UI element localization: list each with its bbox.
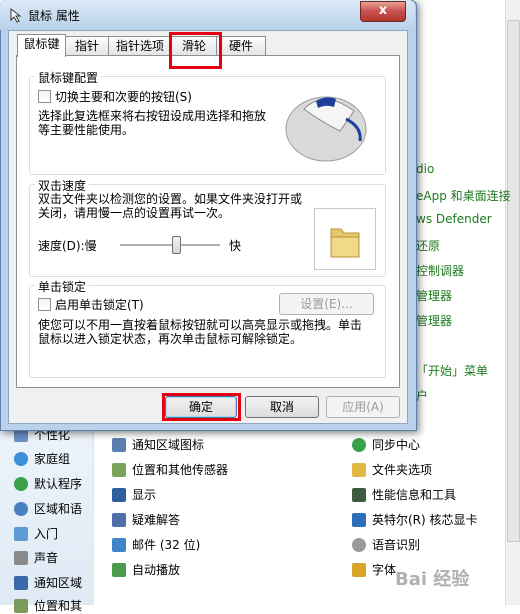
apply-button[interactable]: 应用(A)	[326, 396, 400, 418]
cp-item[interactable]: 英特尔(R) 核芯显卡	[352, 511, 478, 528]
tab-pointers[interactable]: 指针	[65, 36, 109, 56]
nav-label: 声音	[34, 551, 59, 565]
tab-buttons[interactable]: 鼠标键	[17, 34, 66, 57]
nav-item[interactable]: 家庭组	[14, 450, 70, 467]
click-lock-description: 使您可以不用一直按着鼠标按钮就可以高亮显示或拖拽。单击鼠标以进入锁定状态，再次单…	[38, 318, 363, 346]
folder-icon	[330, 228, 360, 258]
notification-icon	[14, 575, 28, 590]
cp-link[interactable]: 控制调器	[416, 262, 464, 279]
nav-separator	[92, 405, 94, 605]
close-button[interactable]: x	[360, 1, 406, 22]
test-folder-box[interactable]	[314, 208, 376, 270]
group-title: 鼠标键配置	[35, 69, 102, 86]
cp-link[interactable]: 「开始」菜单	[416, 362, 488, 379]
folder-options-icon	[352, 462, 366, 477]
ok-button-highlight	[162, 393, 241, 421]
window-title: 鼠标 属性	[28, 9, 80, 23]
autoplay-icon	[112, 562, 126, 577]
cancel-button[interactable]: 取消	[245, 396, 319, 418]
intel-graphics-icon	[352, 512, 366, 527]
cp-item[interactable]: 字体	[352, 561, 396, 578]
nav-item[interactable]: 默认程序	[14, 475, 82, 492]
mouse-illustration	[285, 96, 367, 162]
cp-link[interactable]: 管理器	[416, 312, 452, 329]
nav-label: 入门	[34, 527, 59, 541]
double-click-description: 双击文件夹以检测您的设置。如果文件夹没打开或关闭，请用慢一点的设置再试一次。	[38, 192, 303, 220]
cp-link[interactable]: 管理器	[416, 287, 452, 304]
watermark: Bai 经验	[395, 569, 470, 590]
location-icon	[14, 598, 28, 613]
cp-item[interactable]: 显示	[112, 486, 156, 503]
nav-item[interactable]: 位置和其	[14, 597, 82, 614]
tab-pointer-options[interactable]: 指针选项	[108, 36, 172, 56]
fonts-icon	[352, 562, 366, 577]
speed-slider-track[interactable]	[120, 244, 220, 247]
location-sensor-icon	[112, 462, 126, 477]
cp-item[interactable]: 语音识别	[352, 536, 420, 553]
nav-label: 通知区域	[34, 576, 83, 590]
nav-label: 位置和其	[34, 599, 83, 613]
group-title: 单击锁定	[35, 278, 90, 295]
notification-area-icon	[112, 437, 126, 452]
cp-item-label: 通知区域图标	[132, 438, 205, 452]
scrollbar-thumb[interactable]	[507, 20, 520, 542]
region-icon	[14, 501, 28, 516]
speed-label: 速度(D):慢	[38, 239, 97, 253]
troubleshoot-icon	[112, 512, 126, 527]
cp-item[interactable]: 文件夹选项	[352, 461, 432, 478]
cp-item-label: 性能信息和工具	[372, 488, 457, 502]
nav-item[interactable]: 区域和语	[14, 500, 82, 517]
nav-label: 区域和语	[34, 502, 83, 516]
cp-item-label: 位置和其他传感器	[132, 463, 229, 477]
cp-item[interactable]: 同步中心	[352, 436, 420, 453]
display-icon	[112, 487, 126, 502]
cp-item[interactable]: 疑难解答	[112, 511, 180, 528]
microphone-icon	[352, 537, 366, 552]
button-config-description: 选择此复选框来将右按钮设成用选择和拖放等主要性能使用。	[38, 109, 267, 137]
nav-label: 默认程序	[34, 477, 83, 491]
click-lock-settings-button[interactable]: 设置(E)...	[279, 293, 374, 315]
switch-buttons-label[interactable]: 切换主要和次要的按钮(S)	[55, 88, 192, 105]
fast-label: 快	[229, 239, 242, 253]
nav-item[interactable]: 入门	[14, 525, 58, 542]
click-lock-label[interactable]: 启用单击锁定(T)	[55, 296, 144, 313]
sync-center-icon	[352, 437, 366, 452]
cp-item[interactable]: 邮件 (32 位)	[112, 536, 200, 553]
cp-link[interactable]: dio	[416, 162, 434, 176]
cp-item-label: 同步中心	[372, 438, 421, 452]
cp-item[interactable]: 自动播放	[112, 561, 180, 578]
cp-link[interactable]: 还原	[416, 237, 440, 254]
cp-link[interactable]: eApp 和桌面连接	[416, 187, 511, 204]
cp-item[interactable]: 通知区域图标	[112, 436, 204, 453]
nav-item[interactable]: 声音	[14, 549, 58, 566]
nav-label: 家庭组	[34, 452, 71, 466]
cp-item[interactable]: 性能信息和工具	[352, 486, 456, 503]
mail-icon	[112, 537, 126, 552]
wheel-tab-highlight	[169, 32, 222, 69]
cp-link[interactable]: ws Defender	[416, 212, 492, 226]
getting-started-icon	[14, 526, 28, 541]
switch-buttons-checkbox[interactable]	[38, 90, 51, 103]
mouse-pointer-icon	[10, 7, 22, 23]
performance-icon	[352, 487, 366, 502]
cp-item-label: 语音识别	[372, 538, 421, 552]
cp-item-label: 疑难解答	[132, 513, 181, 527]
cp-item[interactable]: 位置和其他传感器	[112, 461, 228, 478]
speaker-icon	[14, 550, 28, 565]
tab-hardware[interactable]: 硬件	[216, 36, 266, 56]
speed-slider-thumb[interactable]	[172, 236, 181, 254]
cp-item-label: 自动播放	[132, 563, 181, 577]
default-programs-icon	[14, 476, 28, 491]
cp-link[interactable]: 户	[416, 387, 428, 404]
click-lock-checkbox[interactable]	[38, 298, 51, 311]
cp-item-label: 字体	[372, 563, 397, 577]
cp-item-label: 邮件 (32 位)	[132, 538, 201, 552]
cp-item-label: 显示	[132, 488, 157, 502]
cp-item-label: 英特尔(R) 核芯显卡	[372, 513, 478, 527]
mouse-image	[276, 79, 376, 169]
cp-item-label: 文件夹选项	[372, 463, 433, 477]
nav-item[interactable]: 通知区域	[14, 574, 82, 591]
homegroup-icon	[14, 451, 28, 466]
